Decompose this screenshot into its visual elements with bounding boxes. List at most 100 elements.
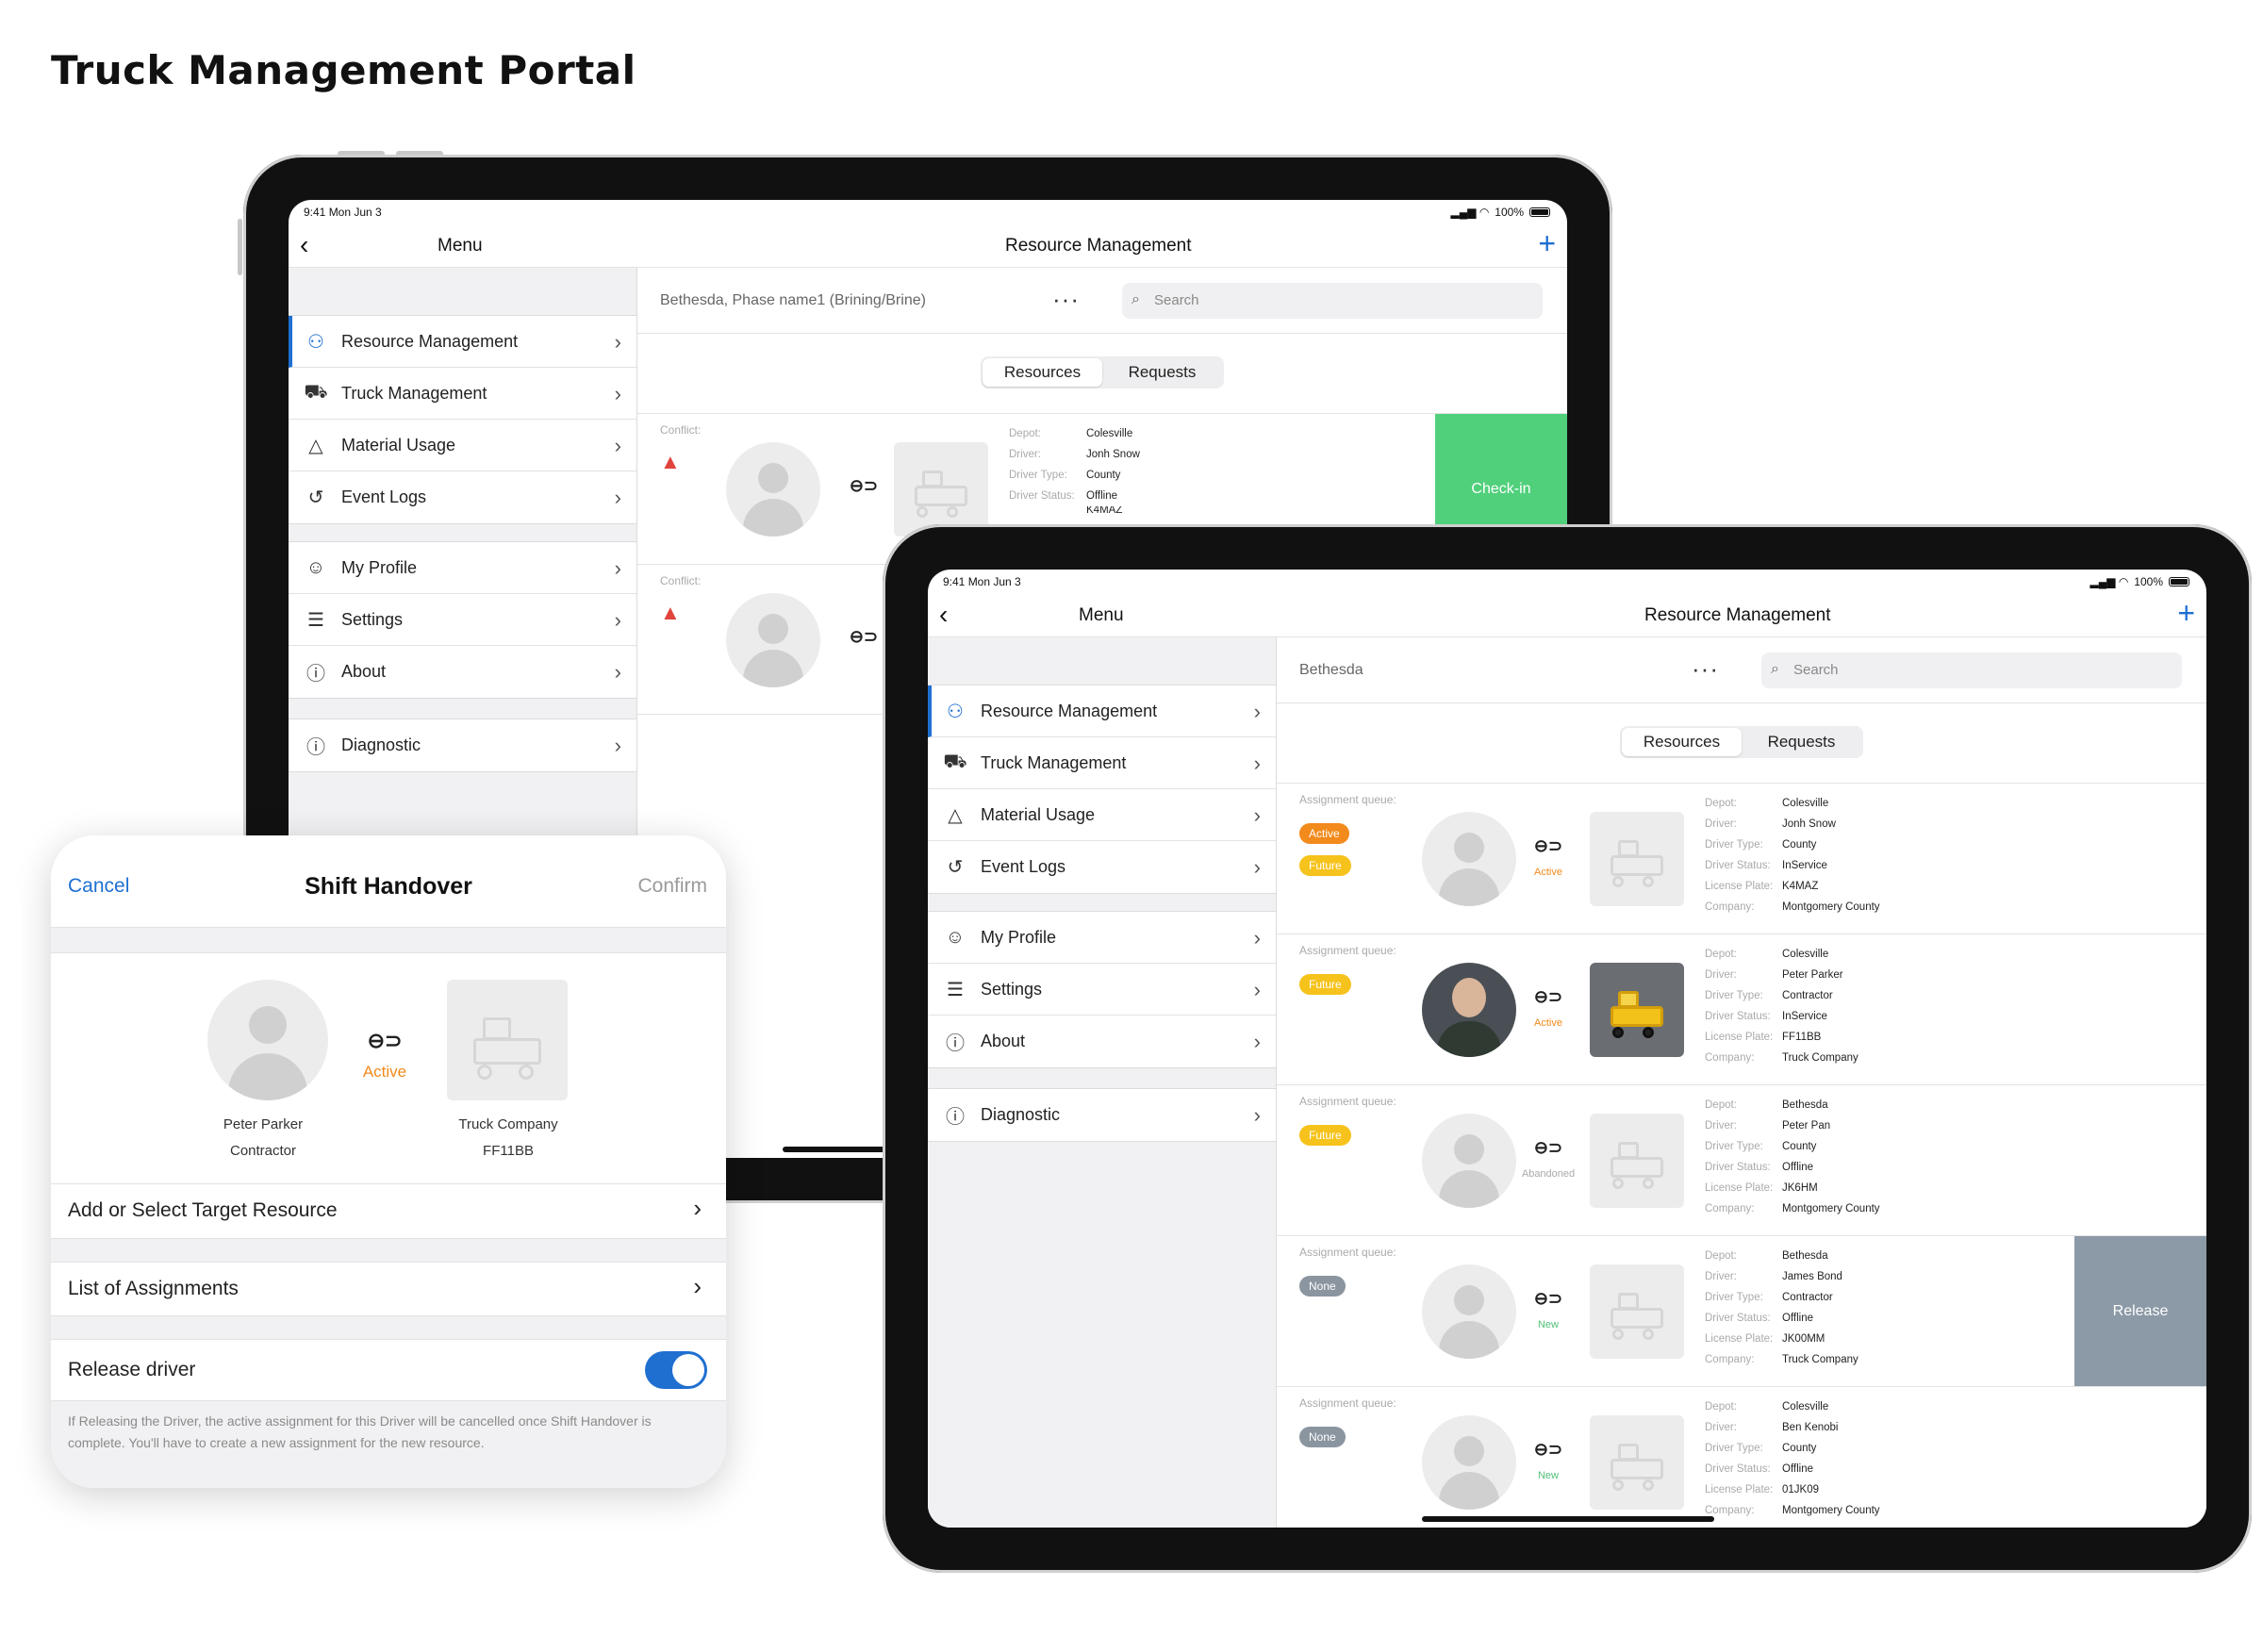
avatar [1422,1114,1516,1208]
sidebar-item-truck-management[interactable]: ⛟ Truck Management › [928,737,1276,789]
toggle-icon: ☰ [947,979,964,1000]
link-status: Abandoned [1521,1168,1576,1180]
detail-key: Driver: [1705,818,1737,830]
sidebar-item-label: My Profile [981,927,1057,947]
sidebar-item-event-logs[interactable]: ↺ Event Logs › [928,841,1276,893]
detail-key: Driver Status: [1705,1011,1771,1022]
status-bar: 9:41 Mon Jun 3 ▂▄▆ ◠ 100% [289,200,1567,223]
search-input[interactable]: ⌕ Search [1761,653,2182,688]
front-tablet: 9:41 Mon Jun 3 ▂▄▆ ◠ 100% ‹ Menu Resourc… [883,524,2252,1573]
filter-bar: Bethesda ··· ⌕ Search [1277,637,2206,703]
main-panel: Bethesda ··· ⌕ Search Resources Requests … [1277,637,2206,1528]
sidebar-group-diagnostic: ⓘ Diagnostic › [289,719,636,772]
sidebar-item-diagnostic[interactable]: ⓘ Diagnostic › [289,719,636,771]
queue-pill: Active [1299,823,1349,844]
queue-pill: Future [1299,855,1351,876]
detail-key: Driver Status: [1705,1162,1771,1173]
more-icon[interactable]: ··· [1692,654,1719,684]
detail-key: Depot: [1705,1250,1737,1262]
status-icons: ▂▄▆ ◠ 100% [1451,206,1550,219]
sidebar-item-label: Settings [981,979,1043,999]
queue-pill: Future [1299,974,1351,995]
sidebar-item-event-logs[interactable]: ↺ Event Logs › [289,471,636,523]
detail-value: FF11BB [1782,1032,1822,1043]
release-driver-toggle[interactable] [645,1351,707,1389]
sidebar-item-label: Material Usage [981,804,1096,824]
resource-row[interactable]: Assignment queue: None ⊖⊃ New Depot: Colesvil… [1277,1386,2206,1528]
filter-label[interactable]: Bethesda, Phase name1 (Brining/Brine) [660,292,926,309]
sidebar-item-my-profile[interactable]: ☺ My Profile › [928,912,1276,964]
chevron-right-icon: › [614,734,621,757]
detail-key: License Plate: [1705,1333,1774,1345]
chevron-left-icon[interactable]: ‹ [939,602,962,628]
tab-resources[interactable]: Resources [983,358,1102,387]
sidebar-item-about[interactable]: ⓘ About › [289,646,636,698]
sidebar-item-resource-management[interactable]: ⚇ Resource Management › [928,686,1276,737]
detail-key: License Plate: [1705,1484,1774,1495]
resource-details: Depot: Bethesda Driver: James Bond Driver Ty… [1705,1246,1858,1370]
confirm-button[interactable]: Confirm [637,875,707,898]
detail-value: Bethesda [1782,1250,1828,1262]
avatar [1422,1264,1516,1359]
detail-value: Jonh Snow [1782,818,1836,830]
segmented-control: Resources Requests [1620,726,1863,758]
chevron-right-icon: › [1253,1103,1261,1127]
detail-value: County [1782,1443,1817,1454]
detail-value: Ben Kenobi [1782,1422,1839,1433]
sidebar-item-label: Material Usage [341,435,456,454]
sidebar-item-material-usage[interactable]: △ Material Usage › [928,789,1276,841]
resource-details: Depot: Colesville Driver: Jonh Snow Driver T… [1705,793,1880,917]
truck-image [894,442,988,537]
queue-label: Assignment queue: [1299,1246,1396,1259]
resource-row[interactable]: Assignment queue: Future ⊖⊃ Abandoned Depot:… [1277,1084,2206,1235]
people-icon: ⚇ [947,701,964,722]
tab-requests[interactable]: Requests [1102,358,1222,387]
avatar [726,442,820,537]
search-input[interactable]: ⌕ Search [1122,283,1543,319]
resource-row[interactable]: Assignment queue: None ⊖⊃ New Depot: Bethesda… [1277,1235,2206,1386]
plus-icon[interactable]: + [1538,228,1556,258]
sidebar-item-material-usage[interactable]: △ Material Usage › [289,420,636,471]
detail-key: License Plate: [1705,881,1774,892]
spacer [51,1316,726,1339]
history-icon: ↺ [307,487,324,508]
sidebar-item-my-profile[interactable]: ☺ My Profile › [289,542,636,594]
person-icon: ☺ [945,926,966,948]
add-target-row[interactable]: Add or Select Target Resource › [51,1184,726,1239]
sidebar-item-truck-management[interactable]: ⛟ Truck Management › [289,368,636,420]
sidebar-item-settings[interactable]: ☰ Settings › [289,594,636,646]
filter-label[interactable]: Bethesda [1299,662,1363,679]
warning-triangle-icon: △ [948,804,963,826]
detail-value: Colesville [1782,1401,1829,1412]
detail-value: Truck Company [1782,1354,1858,1365]
detail-key: Driver Type: [1705,1443,1763,1454]
sidebar-item-settings[interactable]: ☰ Settings › [928,964,1276,1016]
link-status: New [1537,1319,1559,1330]
sidebar-item-resource-management[interactable]: ⚇ Resource Management › [289,316,636,368]
resource-row[interactable]: Assignment queue: Future ⊖⊃ Active Depot: Col… [1277,933,2206,1084]
battery-percent: 100% [1495,206,1524,219]
detail-key: Driver Type: [1705,839,1763,851]
chevron-right-icon: › [1253,752,1261,775]
queue-pill: None [1299,1276,1346,1297]
detail-value: Colesville [1782,798,1829,809]
filter-bar: Bethesda, Phase name1 (Brining/Brine) ··… [637,268,1567,334]
tab-resources[interactable]: Resources [1622,728,1742,756]
chevron-left-icon[interactable]: ‹ [300,232,322,258]
link-icon: ⊖⊃ [1533,1138,1563,1157]
sidebar-item-label: My Profile [341,557,418,577]
sidebar-item-about[interactable]: ⓘ About › [928,1016,1276,1067]
more-icon[interactable]: ··· [1052,285,1080,314]
release-button[interactable]: Release [2074,1236,2206,1386]
sidebar-item-diagnostic[interactable]: ⓘ Diagnostic › [928,1089,1276,1141]
sidebar-group-main: ⚇ Resource Management › ⛟ Truck Management ›… [928,685,1276,894]
tab-requests[interactable]: Requests [1742,728,1861,756]
resource-row[interactable]: Assignment queue: Active Future ⊖⊃ Active Dep… [1277,783,2206,933]
history-icon: ↺ [947,857,964,878]
assignments-label: List of Assignments [68,1278,239,1299]
conflict-label: Conflict: [660,423,702,437]
detail-key: Driver: [1705,969,1737,981]
assignments-row[interactable]: List of Assignments › [51,1262,726,1316]
status-time: 9:41 Mon Jun 3 [943,575,1021,588]
plus-icon[interactable]: + [2177,598,2195,628]
